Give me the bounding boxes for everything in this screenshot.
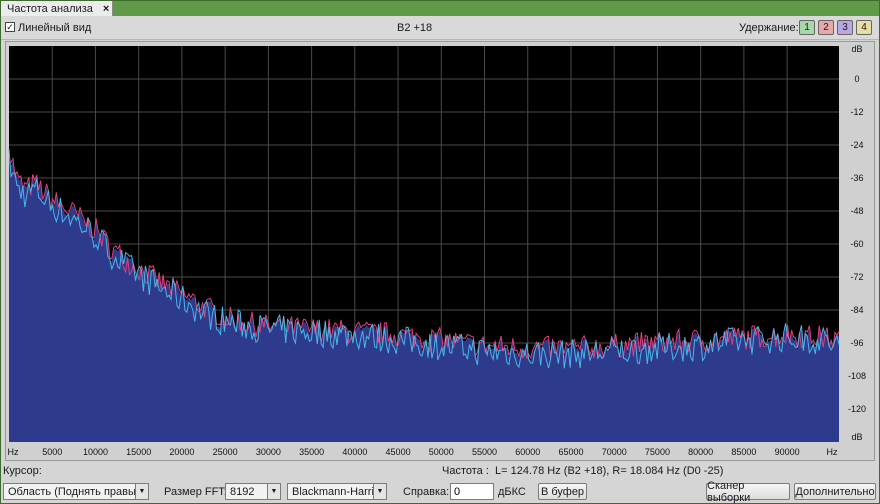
y-tick-label: -36 bbox=[850, 173, 863, 183]
fft-size-select[interactable]: 8192 ▼ bbox=[225, 483, 281, 500]
sample-scanner-button[interactable]: Сканер выборки bbox=[706, 480, 790, 504]
y-tick-label: -120 bbox=[848, 404, 866, 414]
reference-input[interactable] bbox=[450, 483, 494, 500]
x-tick-label: 75000 bbox=[645, 447, 670, 457]
fft-size-value: 8192 bbox=[230, 485, 255, 498]
x-tick-label: 65000 bbox=[558, 447, 583, 457]
x-tick-label: 20000 bbox=[169, 447, 194, 457]
hold-button-4[interactable]: 4 bbox=[856, 20, 872, 35]
frequency-value: L= 124.78 Hz (B2 +18), R= 18.084 Hz (D0 … bbox=[495, 465, 724, 477]
linear-view-checkbox[interactable]: ✓ bbox=[5, 22, 15, 32]
y-tick-label: dB bbox=[851, 432, 862, 442]
x-tick-label: 40000 bbox=[342, 447, 367, 457]
x-tick-label: 70000 bbox=[602, 447, 627, 457]
frequency-analysis-window: Частота анализа × ✓ Линейный вид B2 +18 … bbox=[0, 0, 880, 504]
chevron-down-icon[interactable]: ▼ bbox=[267, 484, 280, 499]
copy-to-buffer-button[interactable]: В буфер bbox=[538, 483, 587, 500]
x-tick-label: 55000 bbox=[472, 447, 497, 457]
window-function-select[interactable]: Blackmann-Harris ▼ bbox=[287, 483, 387, 500]
frequency-label: Частота : bbox=[442, 465, 489, 477]
spectrum-plot-area[interactable]: Hz 5000 10000 15000 20000 25000 30000 35000 4000… bbox=[5, 41, 875, 461]
y-tick-label: 0 bbox=[854, 74, 859, 84]
x-tick-label: 5000 bbox=[42, 447, 62, 457]
x-tick-label: 25000 bbox=[213, 447, 238, 457]
area-select[interactable]: Область (Поднять правый) ▼ bbox=[3, 483, 149, 500]
close-icon[interactable]: × bbox=[103, 3, 109, 15]
reference-label: Справка: bbox=[403, 486, 450, 498]
y-tick-label: -96 bbox=[850, 338, 863, 348]
y-tick-label: -24 bbox=[850, 140, 863, 150]
y-tick-label: -84 bbox=[850, 305, 863, 315]
y-tick-label: -60 bbox=[850, 239, 863, 249]
toolbar: ✓ Линейный вид B2 +18 Удержание: 1 2 3 4 bbox=[1, 16, 879, 40]
area-select-value: Область (Поднять правый) bbox=[8, 485, 146, 498]
peak-note-label: B2 +18 bbox=[397, 22, 433, 34]
hold-button-2[interactable]: 2 bbox=[818, 20, 834, 35]
x-tick-label: 35000 bbox=[299, 447, 324, 457]
x-tick-label: 45000 bbox=[386, 447, 411, 457]
x-tick-label: Hz bbox=[827, 447, 838, 457]
x-tick-label: 80000 bbox=[688, 447, 713, 457]
tab-bar: Частота анализа × bbox=[1, 1, 879, 16]
x-tick-label: 50000 bbox=[429, 447, 454, 457]
tab-title: Частота анализа bbox=[7, 2, 93, 15]
more-button[interactable]: Дополнительно bbox=[794, 483, 876, 500]
y-tick-label: -12 bbox=[850, 107, 863, 117]
x-tick-label: 30000 bbox=[256, 447, 281, 457]
tab-frequency-analysis[interactable]: Частота анализа × bbox=[1, 1, 113, 16]
chevron-down-icon[interactable]: ▼ bbox=[135, 484, 148, 499]
x-tick-label: 15000 bbox=[126, 447, 151, 457]
y-tick-label: dB bbox=[851, 44, 862, 54]
cursor-label: Курсор: bbox=[3, 465, 42, 477]
hold-label: Удержание: bbox=[739, 22, 799, 34]
y-tick-label: -72 bbox=[850, 272, 863, 282]
x-tick-label: 85000 bbox=[731, 447, 756, 457]
x-tick-label: 90000 bbox=[775, 447, 800, 457]
y-tick-label: -48 bbox=[850, 206, 863, 216]
x-tick-label: 60000 bbox=[515, 447, 540, 457]
status-bar: Курсор: Частота : L= 124.78 Hz (B2 +18),… bbox=[1, 464, 879, 479]
fft-size-label: Размер FFT: bbox=[164, 486, 227, 498]
window-function-value: Blackmann-Harris bbox=[292, 485, 380, 498]
hold-button-1[interactable]: 1 bbox=[799, 20, 815, 35]
hold-button-3[interactable]: 3 bbox=[837, 20, 853, 35]
spectrum-plot[interactable]: Hz 5000 10000 15000 20000 25000 30000 35000 4000… bbox=[6, 42, 874, 460]
chevron-down-icon[interactable]: ▼ bbox=[373, 484, 386, 499]
x-tick-label: 10000 bbox=[83, 447, 108, 457]
reference-unit-label: дБКС bbox=[498, 486, 526, 498]
linear-view-label: Линейный вид bbox=[18, 22, 92, 34]
x-tick-label: Hz bbox=[8, 447, 19, 457]
y-tick-label: -108 bbox=[848, 371, 866, 381]
bottom-controls: Область (Поднять правый) ▼ Размер FFT: 8… bbox=[1, 480, 879, 504]
